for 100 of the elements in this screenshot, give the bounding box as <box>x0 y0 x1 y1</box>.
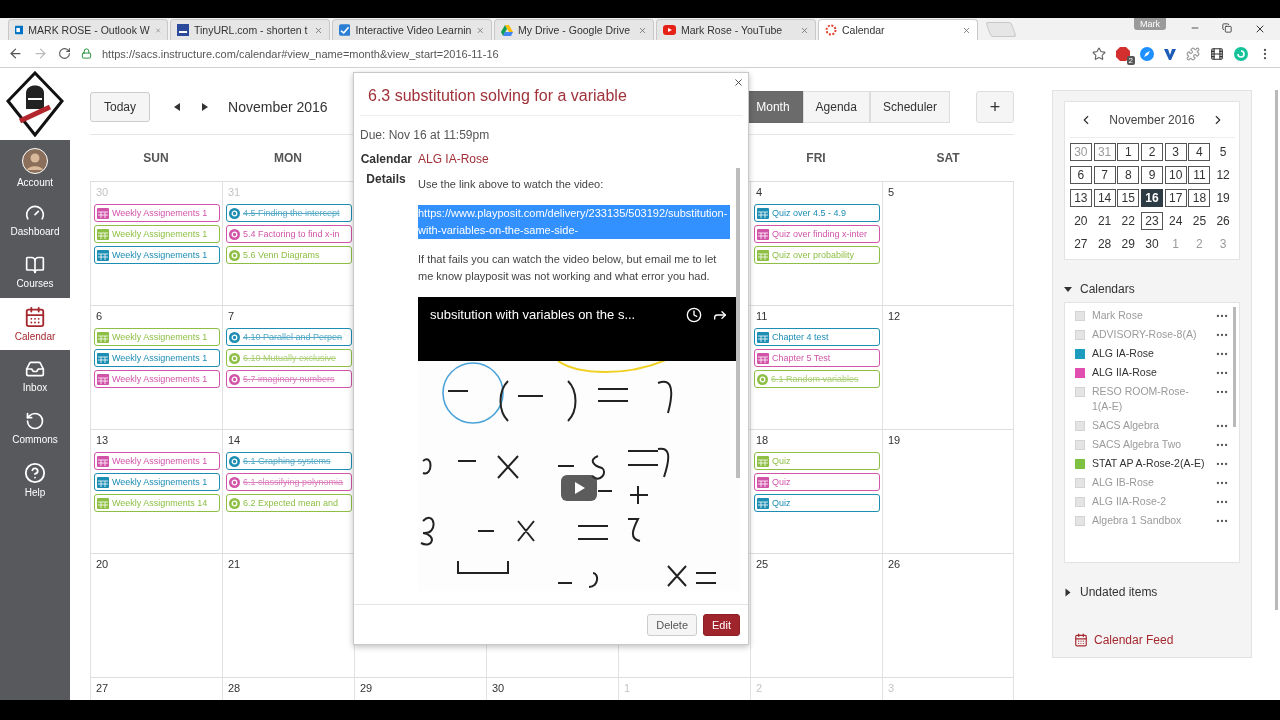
day-number: 18 <box>755 433 770 448</box>
calendar-checkbox[interactable] <box>1075 368 1085 378</box>
scroll-bar[interactable] <box>1233 307 1236 427</box>
close-icon[interactable] <box>1254 23 1266 35</box>
calendar-event[interactable]: Weekly Assignements 1 <box>94 473 220 491</box>
mini-calendar-day[interactable]: 18 <box>1188 189 1211 207</box>
calendar-event[interactable]: Weekly Assignements 1 <box>94 370 220 388</box>
play-icon[interactable] <box>561 475 597 501</box>
browser-tab[interactable]: Mark Rose - YouTube <box>656 19 816 40</box>
edit-button[interactable]: Edit <box>703 613 740 636</box>
calendar-checkbox[interactable] <box>1075 349 1085 359</box>
day-number: 4 <box>755 185 764 200</box>
reload-icon[interactable] <box>58 47 71 60</box>
mini-calendar-day[interactable]: 3 <box>1164 143 1187 161</box>
mini-calendar-day[interactable]: 8 <box>1117 166 1140 184</box>
browser-tab[interactable]: My Drive - Google Drive <box>494 19 654 40</box>
film-icon[interactable] <box>1210 46 1224 61</box>
nav-item[interactable]: Commons <box>0 402 70 454</box>
mini-calendar-day[interactable]: 13 <box>1069 189 1092 207</box>
mini-calendar-day[interactable]: 29 <box>1117 235 1140 253</box>
calendar-event[interactable]: Quiz over 4.5 - 4.9 <box>754 204 880 222</box>
browser-tab[interactable]: TinyURL.com - shorten t <box>170 19 330 40</box>
mini-calendar-day[interactable]: 7 <box>1093 166 1116 184</box>
mini-calendar-day[interactable]: 26 <box>1212 212 1235 230</box>
mini-calendar-day[interactable]: 12 <box>1212 166 1235 184</box>
mini-calendar-day[interactable]: 25 <box>1188 212 1211 230</box>
mini-calendar-title: November 2016 <box>1109 112 1195 127</box>
mini-calendar-day[interactable]: 1 <box>1117 143 1140 161</box>
mini-calendar-day[interactable]: 17 <box>1164 189 1187 207</box>
mini-calendar-day[interactable]: 22 <box>1117 212 1140 230</box>
browser-tab[interactable]: Interactive Video Learnin <box>332 19 492 40</box>
mini-calendar-day[interactable]: 21 <box>1093 212 1116 230</box>
event-title: Quiz over probability <box>772 250 855 260</box>
nav-item[interactable]: Courses <box>0 246 70 298</box>
calendar-event[interactable]: Weekly Assignements 1 <box>94 452 220 470</box>
add-event-button[interactable]: + <box>976 91 1014 123</box>
close-button[interactable] <box>733 77 744 88</box>
calendars-toggle[interactable]: Calendars <box>1064 282 1240 296</box>
calendar-event[interactable]: Weekly Assignements 1 <box>94 349 220 367</box>
mini-calendar-day[interactable]: 6 <box>1069 166 1092 184</box>
mini-calendar-day[interactable]: 30 <box>1141 235 1163 253</box>
mini-calendar-day[interactable]: 28 <box>1093 235 1116 253</box>
undated-items-toggle[interactable]: Undated items <box>1064 585 1240 599</box>
event-title: Weekly Assignements 1 <box>112 456 208 466</box>
calendar-event[interactable]: Chapter 5 Test <box>754 349 880 367</box>
day-number: 11 <box>755 309 769 324</box>
bookmark-star-icon[interactable] <box>1092 46 1106 61</box>
browser-tab[interactable]: Calendar <box>818 19 978 40</box>
nav-label: Inbox <box>22 382 48 393</box>
calendar-event[interactable]: Weekly Assignements 1 <box>94 204 220 222</box>
delete-button[interactable]: Delete <box>647 613 698 636</box>
calendar-event[interactable]: Quiz <box>754 494 880 512</box>
puzzle-icon[interactable] <box>1186 46 1200 61</box>
calendar-link[interactable]: ALG IA-Rose <box>418 152 742 166</box>
today-button[interactable]: Today <box>90 92 151 122</box>
mini-calendar-day[interactable]: 20 <box>1069 212 1092 230</box>
mini-calendar-day[interactable]: 5 <box>1212 143 1235 161</box>
event-title: Weekly Assignments 14 <box>112 498 208 508</box>
event-title: Weekly Assignements 1 <box>112 250 208 260</box>
back-icon[interactable] <box>8 46 23 61</box>
stop-sign-icon[interactable] <box>1116 46 1130 61</box>
url-field[interactable]: https://sacs.instructure.com/calendar#view_name=month&view_start=2016-11-16 <box>102 47 1082 60</box>
mini-calendar-day[interactable]: 9 <box>1141 166 1163 184</box>
mini-calendar-day[interactable]: 2 <box>1141 143 1163 161</box>
nav-item[interactable]: Inbox <box>0 350 70 402</box>
nav-label: Dashboard <box>10 226 60 237</box>
v-shape-icon[interactable] <box>1164 47 1176 60</box>
browser-tab[interactable]: MARK ROSE - Outlook W <box>8 19 168 40</box>
event-title: 4.5 Finding the intercept <box>243 208 340 218</box>
compass-icon[interactable] <box>1140 46 1154 61</box>
view-tab[interactable]: Agenda <box>802 91 870 123</box>
restore-icon[interactable] <box>1222 23 1232 33</box>
calendar-event[interactable]: Chapter 4 test <box>754 328 880 346</box>
mini-calendar-day[interactable]: 11 <box>1188 166 1211 184</box>
mini-calendar-day[interactable]: 16 <box>1141 189 1163 207</box>
mini-calendar-day[interactable]: 27 <box>1069 235 1092 253</box>
view-tab[interactable]: Scheduler <box>869 91 950 123</box>
nav-item[interactable]: Account <box>0 142 70 194</box>
calendar-event[interactable]: 5.4 Factoring to find x-in <box>226 225 352 243</box>
nav-item[interactable]: Dashboard <box>0 194 70 246</box>
scroll-bar[interactable] <box>1274 90 1278 610</box>
help-icon <box>24 462 46 484</box>
calendar-event[interactable]: Quiz <box>754 473 880 491</box>
nav-item[interactable]: Calendar <box>0 298 70 350</box>
video-title[interactable]: subsitution with variables on the s... <box>430 307 676 322</box>
mini-calendar-day[interactable]: 24 <box>1164 212 1187 230</box>
mini-calendar-day[interactable]: 4 <box>1188 143 1211 161</box>
mini-calendar-day[interactable]: 19 <box>1212 189 1235 207</box>
mini-calendar-day[interactable]: 10 <box>1164 166 1187 184</box>
calendar-feed-link[interactable]: Calendar Feed <box>1064 633 1240 647</box>
nav-item[interactable]: Help <box>0 454 70 506</box>
mini-calendar-day[interactable]: 23 <box>1141 212 1163 230</box>
calendar-checkbox[interactable] <box>1075 459 1085 469</box>
mini-calendar-day[interactable]: 14 <box>1093 189 1116 207</box>
calendar-name: RESO ROOM-Rose-1(A-E) <box>1092 384 1190 414</box>
scroll-bar[interactable] <box>736 168 740 478</box>
calendar-event[interactable]: Weekly Assignements 1 <box>94 246 220 264</box>
mini-calendar-day[interactable]: 15 <box>1117 189 1140 207</box>
clock-icon[interactable] <box>686 307 702 323</box>
calendar-event[interactable]: Quiz over finding x-inter <box>754 225 880 243</box>
